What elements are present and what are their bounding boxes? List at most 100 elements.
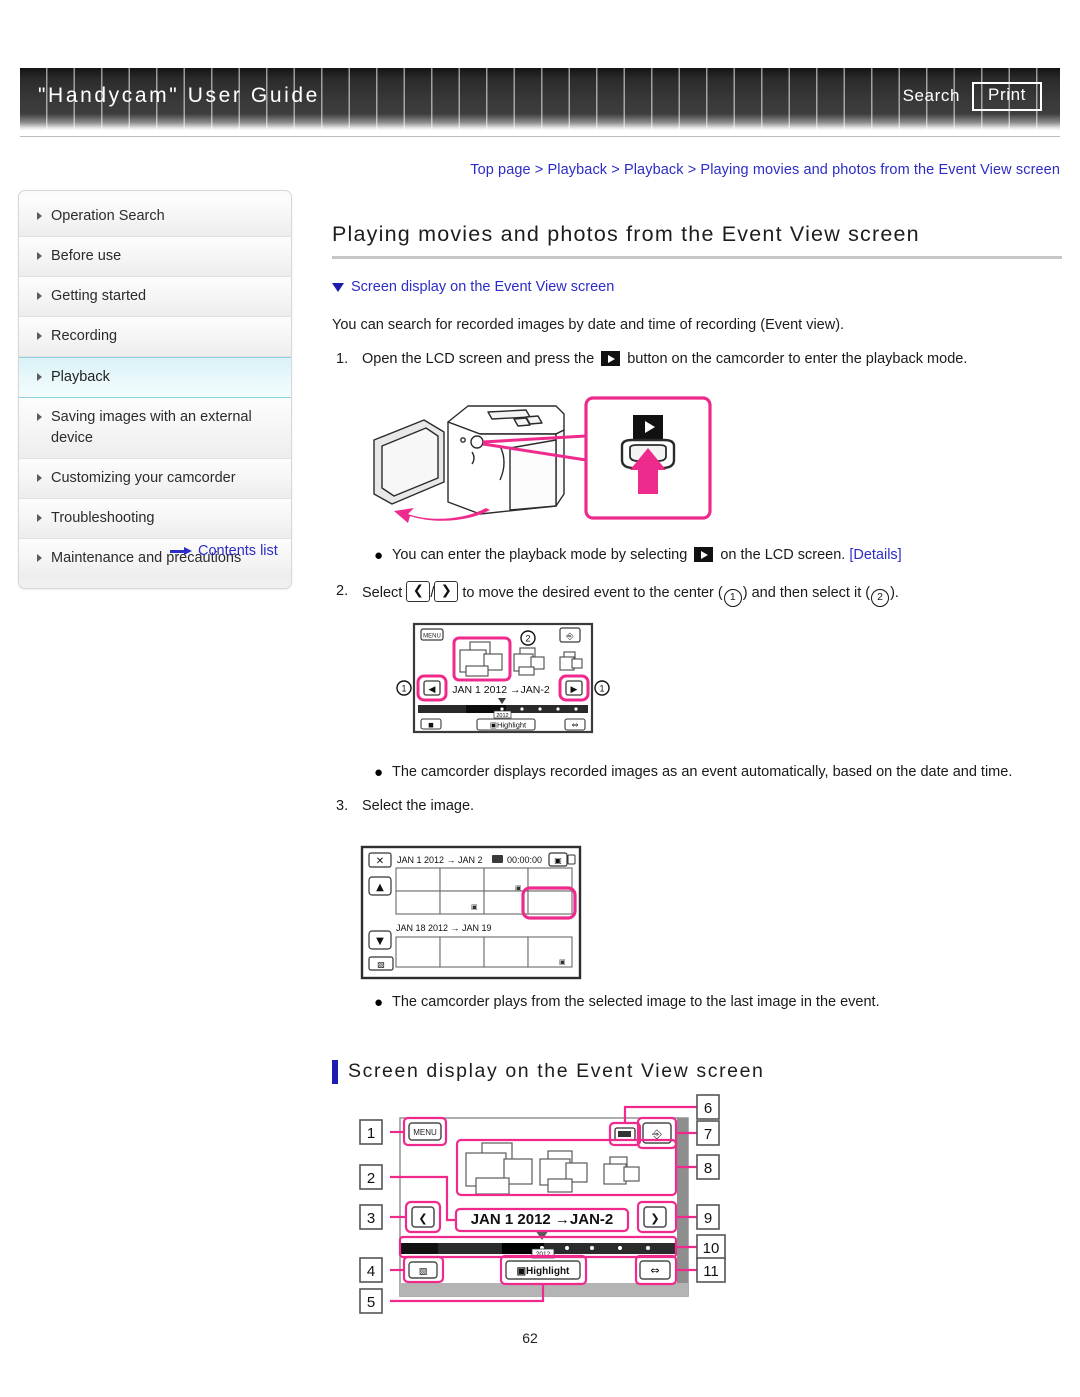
svg-text:5: 5 — [367, 1294, 375, 1311]
prev-event-button-icon: ❮ — [406, 580, 431, 602]
search-button[interactable]: Search — [903, 86, 960, 106]
svg-text:10: 10 — [703, 1240, 720, 1257]
sidebar-item-operation-search[interactable]: Operation Search — [19, 197, 291, 238]
svg-text:◀: ◀ — [429, 685, 436, 695]
svg-text:▣: ▣ — [559, 958, 566, 966]
svg-text:2012: 2012 — [496, 713, 508, 719]
triangle-right-icon — [37, 373, 42, 382]
svg-text:◼: ◼ — [428, 721, 434, 729]
figure-index-screen: ✕ ▲ ▼ ▧ JAN 1 2012 → JAN 2 00:00:00 ▣ ▣ … — [360, 845, 582, 980]
bullet-event-auto-text: The camcorder displays recorded images a… — [392, 764, 1013, 780]
step-3: 3. Select the image. — [332, 796, 1062, 818]
section-heading-label: Screen display on the Event View screen — [348, 1060, 765, 1083]
bullet-dot-icon: ● — [374, 764, 384, 781]
svg-text:✕: ✕ — [376, 856, 384, 867]
playback-button-icon — [601, 351, 621, 366]
jump-to-screen-display-link[interactable]: Screen display on the Event View screen — [332, 279, 1062, 295]
page-number-value: 62 — [522, 1330, 538, 1346]
sidebar-item-label: Operation Search — [51, 208, 165, 224]
svg-text:▣Highlight: ▣Highlight — [517, 1266, 570, 1277]
svg-text:❮: ❮ — [418, 1212, 427, 1225]
sidebar-item-customizing[interactable]: Customizing your camcorder — [19, 459, 291, 500]
triangle-right-icon — [37, 474, 42, 483]
contents-list-link[interactable]: Contents list — [170, 543, 278, 559]
svg-text:❯: ❯ — [650, 1212, 659, 1225]
step-1-number: 1. — [336, 351, 349, 367]
svg-text:▶: ▶ — [571, 685, 578, 695]
arrow-right-icon — [170, 546, 192, 556]
breadcrumb[interactable]: Top page > Playback > Playback > Playing… — [470, 162, 1060, 178]
bullet1-mid: on the LCD screen. — [720, 547, 846, 563]
figure-event-view-small: MENU ⎆ 2 ◀ ▶ 1 1 JAN 1 2012 →JAN-2 2012 … — [388, 620, 618, 738]
sidebar-item-recording[interactable]: Recording — [19, 317, 291, 358]
sidebar-item-saving-images[interactable]: Saving images with an external device — [19, 398, 291, 460]
step-2: 2. Select ❮ / ❯ to move the desired event … — [332, 580, 1062, 607]
print-button[interactable]: Print — [972, 82, 1042, 111]
bullet-playback-mode-text: You can enter the playback mode by selec… — [392, 545, 1062, 567]
svg-text:⎆: ⎆ — [566, 632, 574, 642]
playback-button-icon — [694, 547, 714, 562]
page-number: 62 — [0, 1330, 1080, 1346]
svg-text:JAN 18 2012 → JAN 19: JAN 18 2012 → JAN 19 — [396, 923, 492, 933]
camcorder-illustration — [373, 396, 712, 523]
step-2-text-then: ) and then select it ( — [742, 584, 871, 601]
bullet-after-step-2-wrap: ● The camcorder displays recorded images… — [332, 762, 1062, 818]
callout-number-2: 2 — [871, 588, 890, 607]
svg-text:1: 1 — [367, 1125, 375, 1142]
step-1-text-after: button on the camcorder to enter the pla… — [627, 351, 968, 367]
bullet-plays-from-selected-text: The camcorder plays from the selected im… — [392, 994, 880, 1010]
sidebar-item-label: Saving images with an external device — [51, 409, 252, 447]
sidebar-item-playback[interactable]: Playback — [19, 357, 291, 399]
sidebar-item-troubleshooting[interactable]: Troubleshooting — [19, 499, 291, 540]
bullet1-before: You can enter the playback mode by selec… — [392, 547, 688, 563]
bullet-dot-icon: ● — [374, 994, 384, 1011]
step-3-number: 3. — [336, 797, 349, 814]
step-2-number: 2. — [336, 582, 349, 599]
svg-text:⇔: ⇔ — [572, 721, 579, 730]
svg-text:6: 6 — [704, 1100, 712, 1117]
triangle-right-icon — [37, 554, 42, 563]
sidebar-item-getting-started[interactable]: Getting started — [19, 277, 291, 318]
details-link[interactable]: [Details] — [849, 547, 901, 563]
svg-text:3: 3 — [367, 1210, 375, 1227]
triangle-right-icon — [37, 212, 42, 220]
svg-text:▼: ▼ — [376, 936, 384, 947]
svg-text:9: 9 — [704, 1210, 712, 1227]
next-event-button-icon: ❯ — [434, 580, 459, 602]
sidebar-item-before-use[interactable]: Before use — [19, 237, 291, 278]
svg-text:11: 11 — [703, 1263, 719, 1280]
svg-text:▲: ▲ — [376, 882, 384, 893]
figure-event-view-annotated: MENU ⎆ ❮ ❯ JAN 1 2012 →JAN-2 2012 ▧ ▣Hig… — [352, 1085, 742, 1315]
sidebar-item-label: Customizing your camcorder — [51, 470, 236, 487]
svg-text:7: 7 — [704, 1126, 712, 1143]
triangle-right-icon — [37, 332, 42, 341]
event-view-small-illustration: MENU ⎆ 2 ◀ ▶ 1 1 JAN 1 2012 →JAN-2 2012 … — [396, 622, 610, 734]
svg-text:MENU: MENU — [413, 1128, 437, 1137]
svg-text:JAN 1 2012 →JAN-2: JAN 1 2012 →JAN-2 — [471, 1211, 614, 1228]
event-view-annotated-illustration: MENU ⎆ ❮ ❯ JAN 1 2012 →JAN-2 2012 ▧ ▣Hig… — [359, 1094, 726, 1314]
contents-list-label: Contents list — [198, 543, 278, 559]
jump-link-label: Screen display on the Event View screen — [351, 279, 615, 295]
svg-text:1: 1 — [401, 684, 406, 694]
section-accent-bar — [332, 1059, 338, 1084]
figure-camcorder-playback-button — [360, 390, 740, 535]
triangle-right-icon — [37, 413, 42, 422]
svg-text:MENU: MENU — [423, 634, 441, 640]
svg-text:8: 8 — [704, 1160, 712, 1177]
triangle-right-icon — [37, 292, 42, 301]
svg-text:▣: ▣ — [471, 903, 478, 911]
sidebar-item-label: Before use — [51, 248, 122, 265]
header-background: "Handycam" User Guide Search Print — [20, 68, 1060, 130]
svg-text:▣Highlight: ▣Highlight — [490, 721, 527, 730]
triangle-right-icon — [37, 252, 42, 261]
step-1-body: Open the LCD screen and press the button… — [362, 349, 1062, 371]
sidebar-item-label: Recording — [51, 328, 118, 345]
bullet-playback-mode: ● You can enter the playback mode by sel… — [332, 545, 1062, 567]
svg-text:▣: ▣ — [515, 884, 522, 892]
sidebar-nav: Operation Search Before use Getting star… — [18, 190, 292, 590]
page-title: Playing movies and photos from the Event… — [332, 222, 920, 246]
sidebar-item-label: Playback — [51, 369, 110, 386]
svg-text:2: 2 — [367, 1170, 375, 1187]
triangle-down-icon — [332, 282, 344, 292]
header-divider — [20, 136, 1060, 137]
